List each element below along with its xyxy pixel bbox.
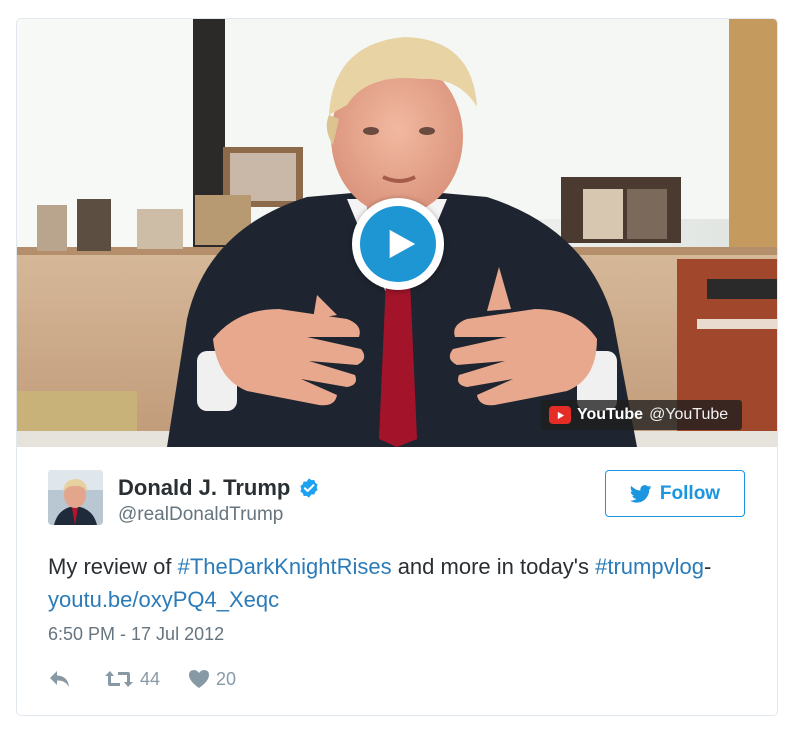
hashtag-link-trumpvlog[interactable]: #trumpvlog: [595, 554, 704, 579]
play-button[interactable]: [352, 198, 444, 290]
follow-button[interactable]: Follow: [605, 470, 745, 517]
tweet-text-part2: and more in today's: [391, 554, 596, 579]
tweet-card: YouTube @YouTube Donald J. Trump @realDo…: [16, 18, 778, 716]
reply-button[interactable]: [48, 669, 72, 689]
heart-icon: [189, 670, 210, 688]
avatar-image: [48, 470, 103, 525]
youtube-logo-icon: [549, 406, 571, 424]
tweet-text: My review of #TheDarkKnightRises and mor…: [48, 550, 748, 616]
retweet-count: 44: [140, 668, 161, 689]
author-handle[interactable]: @realDonaldTrump: [118, 504, 283, 526]
verified-badge-icon: [300, 478, 318, 498]
tweet-timestamp[interactable]: 6:50 PM - 17 Jul 2012: [48, 624, 224, 645]
retweet-icon: [105, 671, 133, 687]
follow-button-label: Follow: [659, 482, 721, 504]
author-avatar[interactable]: [48, 470, 103, 525]
like-count: 20: [216, 668, 237, 689]
youtube-source-handle: @YouTube: [649, 406, 729, 423]
like-button[interactable]: 20: [188, 669, 236, 690]
youtube-source-name: YouTube: [577, 406, 644, 423]
twitter-bird-icon: [629, 484, 652, 503]
video-thumbnail[interactable]: YouTube @YouTube: [17, 19, 777, 447]
play-button-circle: [360, 206, 436, 282]
tweet-text-part1: My review of: [48, 554, 178, 579]
author-name-row[interactable]: Donald J. Trump: [118, 475, 320, 501]
hashtag-link-thedarkknightrises[interactable]: #TheDarkKnightRises: [178, 554, 392, 579]
video-url-link[interactable]: youtu.be/oxyPQ4_Xeqc: [48, 587, 279, 612]
author-name[interactable]: Donald J. Trump: [118, 475, 290, 501]
tweet-actions: 44 20: [48, 666, 236, 692]
reply-icon: [50, 671, 69, 687]
tweet-text-separator: -: [703, 554, 712, 579]
play-icon: [389, 229, 416, 259]
retweet-button[interactable]: 44: [104, 669, 160, 690]
youtube-source-badge[interactable]: YouTube @YouTube: [541, 400, 743, 430]
